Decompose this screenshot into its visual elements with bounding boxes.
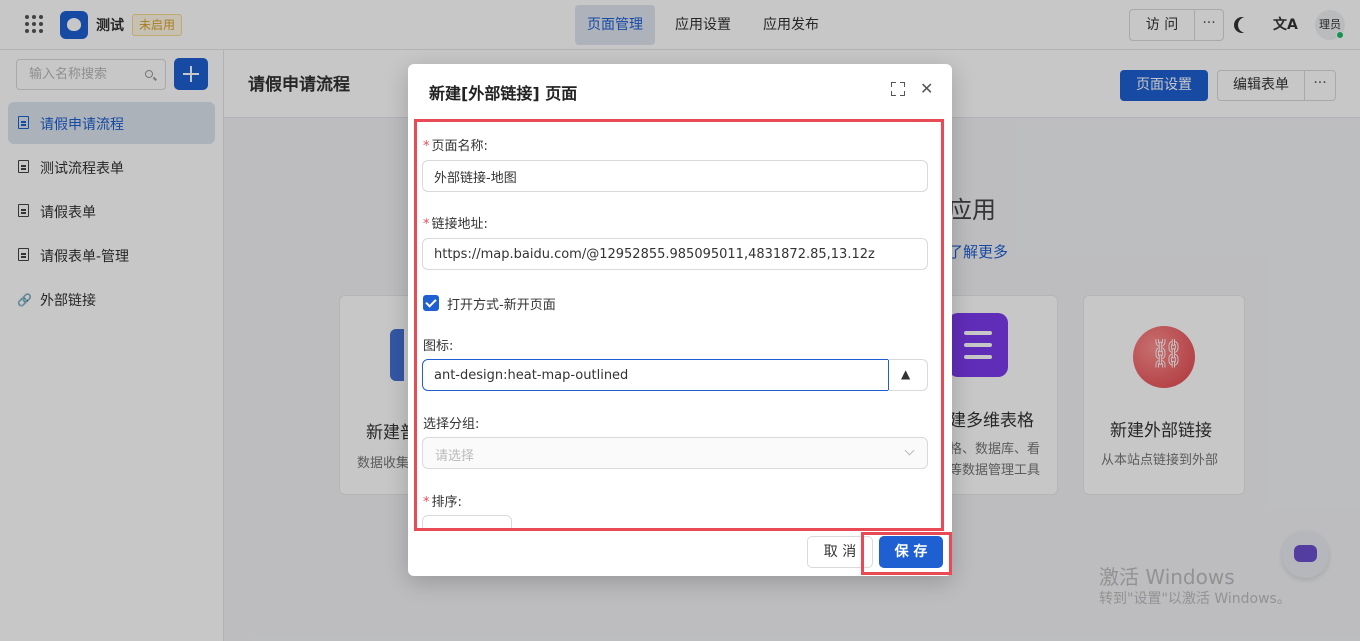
group-select-placeholder: 请选择	[435, 449, 475, 464]
fullscreen-icon[interactable]	[891, 82, 905, 96]
open-in-new-tab-checkbox[interactable]	[423, 295, 439, 311]
icon-label: 图标:	[423, 339, 454, 354]
sort-label: * 排序:	[423, 495, 462, 510]
close-icon[interactable]: ✕	[920, 80, 933, 98]
group-select[interactable]: 请选择	[422, 437, 928, 469]
save-button[interactable]: 保 存	[879, 536, 943, 568]
url-label: * 链接地址:	[423, 217, 488, 232]
page-name-label: * 页面名称:	[423, 139, 488, 154]
modal-form: *页面名称: *链接地址: 打开方式-新开页面 图标: 选择分组: 请选择 *排…	[414, 119, 944, 531]
modal-title: 新建[外部链接] 页面	[429, 84, 578, 103]
url-input[interactable]	[422, 238, 928, 270]
icon-picker-button[interactable]	[888, 359, 928, 391]
new-page-modal: 新建[外部链接] 页面 ✕ *页面名称: *链接地址: 打开方式-新开页面 图标…	[408, 64, 952, 576]
icon-input[interactable]	[422, 359, 889, 391]
page-name-input[interactable]	[422, 160, 928, 192]
group-label: 选择分组:	[423, 417, 480, 432]
open-mode-label[interactable]: 打开方式-新开页面	[447, 294, 556, 313]
chevron-down-icon	[904, 445, 915, 456]
sort-input[interactable]	[422, 515, 512, 528]
